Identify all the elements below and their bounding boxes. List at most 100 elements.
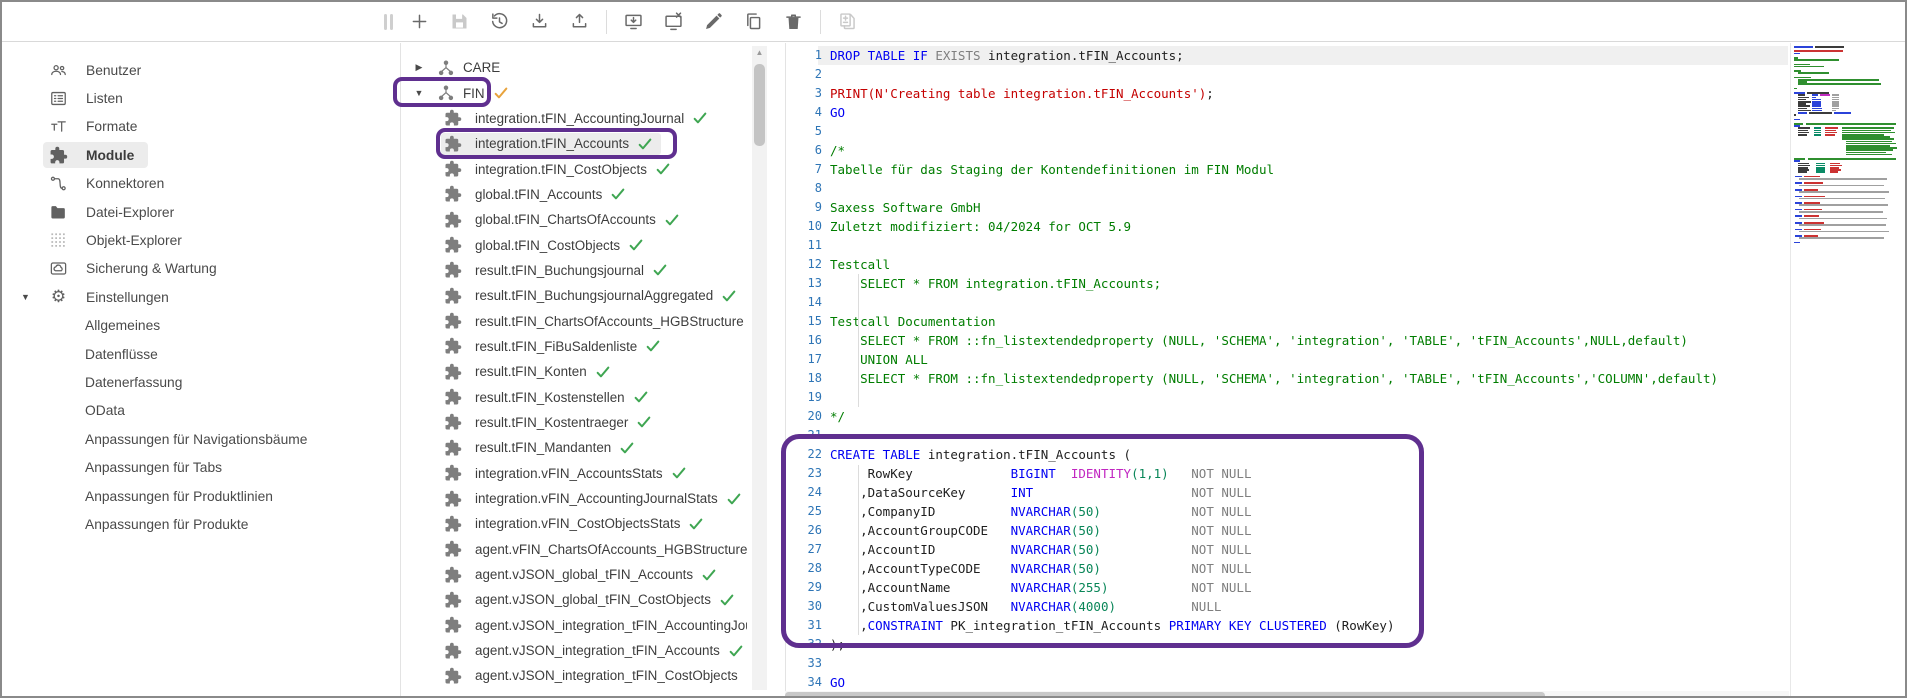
expand-icon[interactable]: ▶	[412, 62, 426, 73]
expand-arrow-icon[interactable]: ▼	[21, 292, 30, 302]
minimap-bar	[1799, 198, 1885, 200]
tree-item-agent-vjson-global-tfin-accounts[interactable]: agent.vJSON_global_tFIN_Accounts	[401, 562, 747, 587]
tree-item-integration-vfin-costobjectsstats[interactable]: integration.vFIN_CostObjectsStats	[401, 511, 747, 536]
tree-item-result-tfin-chartsofaccounts-hgbstructure[interactable]: result.tFIN_ChartsOfAccounts_HGBStructur…	[401, 308, 747, 333]
tree-item-care[interactable]: ▶ CARE	[401, 55, 747, 80]
tree-item-integration-tfin-costobjects[interactable]: integration.tFIN_CostObjects	[401, 156, 747, 181]
editor-h-scrollbar[interactable]	[785, 691, 1789, 698]
tree-item-agent-vfin-chartsofaccounts-hgbstructure[interactable]: agent.vFIN_ChartsOfAccounts_HGBStructure	[401, 537, 747, 562]
tree-item-result-tfin-kostenstellen[interactable]: result.tFIN_Kostenstellen	[401, 384, 747, 409]
tree-item-agent-vjson-integration-tfin-costobjects[interactable]: agent.vJSON_integration_tFIN_CostObjects	[401, 663, 747, 688]
line-number: 28	[785, 559, 822, 578]
tree-item-integration-vfin-accountingjournalstats[interactable]: integration.vFIN_AccountingJournalStats	[401, 486, 747, 511]
code-line-10: Zuletzt modifiziert: 04/2024 for OCT 5.9	[830, 217, 1718, 236]
line-number: 13	[785, 274, 822, 293]
sidebar-item-formate[interactable]: Formate	[2, 113, 400, 141]
users-icon	[49, 61, 68, 80]
tree-item-result-tfin-buchungsjournal[interactable]: result.tFIN_Buchungsjournal	[401, 258, 747, 283]
undeploy-icon[interactable]	[660, 8, 687, 35]
tree-item-global-tfin-costobjects[interactable]: global.tFIN_CostObjects	[401, 232, 747, 257]
scroll-up-icon[interactable]: ▲	[752, 48, 767, 57]
line-number: 9	[785, 198, 822, 217]
drag-handle[interactable]	[384, 14, 393, 30]
tree-item-result-tfin-buchungsjournalaggregated[interactable]: result.tFIN_BuchungsjournalAggregated	[401, 283, 747, 308]
tree-scrollbar[interactable]: ▲	[752, 46, 767, 690]
copy-icon[interactable]	[740, 8, 767, 35]
sidebar-item-einstellungen[interactable]: ▼⚙Einstellungen	[2, 283, 400, 311]
upload-icon[interactable]	[566, 8, 593, 35]
puzzle-icon	[444, 261, 462, 279]
sidebar-item-konnektoren[interactable]: Konnektoren	[2, 170, 400, 198]
history-icon[interactable]	[486, 8, 513, 35]
minimap-bar	[1794, 53, 1800, 55]
tree-item-agent-vjson-integration-tfin-accounts[interactable]: agent.vJSON_integration_tFIN_Accounts	[401, 638, 747, 663]
edit-icon[interactable]	[700, 8, 727, 35]
tree-item-agent-vjson-global-tfin-costobjects[interactable]: agent.vJSON_global_tFIN_CostObjects	[401, 587, 747, 612]
sidebar-item-module[interactable]: Module	[2, 141, 400, 169]
collapse-icon[interactable]: ▼	[412, 88, 426, 98]
tree-item-global-tfin-accounts[interactable]: global.tFIN_Accounts	[401, 182, 747, 207]
line-number: 29	[785, 578, 822, 597]
sidebar-item-anpassungen-für-produktlinien[interactable]: Anpassungen für Produktlinien	[2, 482, 400, 510]
check-green-icon	[610, 186, 626, 202]
code-line-30: ,CustomValuesJSON NVARCHAR(4000) NULL	[830, 597, 1718, 616]
minimap-bar	[1820, 94, 1830, 96]
puzzle-icon	[444, 185, 462, 203]
sidebar-item-anpassungen-für-navigationsbäume[interactable]: Anpassungen für Navigationsbäume	[2, 425, 400, 453]
check-green-icon	[628, 237, 644, 253]
tree-item-integration-tfin-accounts[interactable]: integration.tFIN_Accounts	[401, 131, 747, 156]
sidebar-item-allgemeines[interactable]: Allgemeines	[2, 312, 400, 340]
editor-h-scrollbar-thumb[interactable]	[785, 692, 1545, 698]
tree-item-label: FIN	[463, 86, 485, 101]
sidebar-item-datenflüsse[interactable]: Datenflüsse	[2, 340, 400, 368]
sidebar-item-listen[interactable]: Listen	[2, 84, 400, 112]
sidebar-item-odata[interactable]: OData	[2, 397, 400, 425]
compare-icon	[834, 8, 861, 35]
editor-minimap[interactable]	[1790, 43, 1907, 698]
tree-item-label: CARE	[463, 60, 500, 75]
sidebar-item-label: Sicherung & Wartung	[86, 261, 217, 276]
code-line-25: ,CompanyID NVARCHAR(50) NOT NULL	[830, 502, 1718, 521]
minimap-bar	[1830, 171, 1838, 173]
puzzle-icon	[444, 616, 462, 634]
puzzle-icon	[444, 109, 462, 127]
check-green-icon	[652, 262, 668, 278]
tree-item-result-tfin-fibusaldenliste[interactable]: result.tFIN_FiBuSaldenliste	[401, 334, 747, 359]
minimap-bar	[1799, 231, 1889, 233]
sidebar-item-label: Module	[86, 148, 134, 163]
plus-icon[interactable]	[406, 8, 433, 35]
tree-item-result-tfin-konten[interactable]: result.tFIN_Konten	[401, 359, 747, 384]
sidebar-item-benutzer[interactable]: Benutzer	[2, 56, 400, 84]
sidebar-item-datei-explorer[interactable]: Datei-Explorer	[2, 198, 400, 226]
tree-item-global-tfin-chartsofaccounts[interactable]: global.tFIN_ChartsOfAccounts	[401, 207, 747, 232]
minimap-bar	[1799, 211, 1883, 213]
minimap-bar	[1798, 112, 1807, 114]
delete-icon[interactable]	[780, 8, 807, 35]
sidebar-item-anpassungen-für-tabs[interactable]: Anpassungen für Tabs	[2, 453, 400, 481]
tree-item-integration-vfin-accountsstats[interactable]: integration.vFIN_AccountsStats	[401, 461, 747, 486]
tree-item-integration-tfin-accountingjournal[interactable]: integration.tFIN_AccountingJournal	[401, 106, 747, 131]
sql-editor[interactable]: DROP TABLE IF EXISTS integration.tFIN_Ac…	[830, 46, 1718, 692]
tree-scrollbar-thumb[interactable]	[754, 64, 765, 146]
sidebar-item-anpassungen-für-produkte[interactable]: Anpassungen für Produkte	[2, 510, 400, 538]
tree-item-agent-vjson-integration-tfin-accountingjournal[interactable]: agent.vJSON_integration_tFIN_AccountingJ…	[401, 613, 747, 638]
sidebar-item-label: Allgemeines	[85, 318, 160, 333]
sidebar-item-objekt-explorer[interactable]: Objekt-Explorer	[2, 226, 400, 254]
sidebar-item-label: Anpassungen für Tabs	[85, 460, 222, 475]
minimap-bar	[1825, 134, 1835, 136]
check-green-icon	[701, 567, 717, 583]
puzzle-icon	[444, 667, 462, 685]
download-icon[interactable]	[526, 8, 553, 35]
puzzle-icon	[444, 388, 462, 406]
sidebar-item-label: Objekt-Explorer	[86, 233, 182, 248]
deploy-icon[interactable]	[620, 8, 647, 35]
tree-item-result-tfin-mandanten[interactable]: result.tFIN_Mandanten	[401, 435, 747, 460]
check-green-icon	[633, 389, 649, 405]
sidebar-item-datenerfassung[interactable]: Datenerfassung	[2, 368, 400, 396]
tree-item-label: agent.vJSON_global_tFIN_Accounts	[475, 567, 693, 582]
puzzle-icon	[444, 363, 462, 381]
tree-item-fin[interactable]: ▼ FIN	[401, 80, 747, 105]
sidebar-item-sicherung-wartung[interactable]: Sicherung & Wartung	[2, 255, 400, 283]
code-line-16: SELECT * FROM ::fn_listextendedproperty …	[830, 331, 1718, 350]
tree-item-result-tfin-kostentraeger[interactable]: result.tFIN_Kostentraeger	[401, 410, 747, 435]
